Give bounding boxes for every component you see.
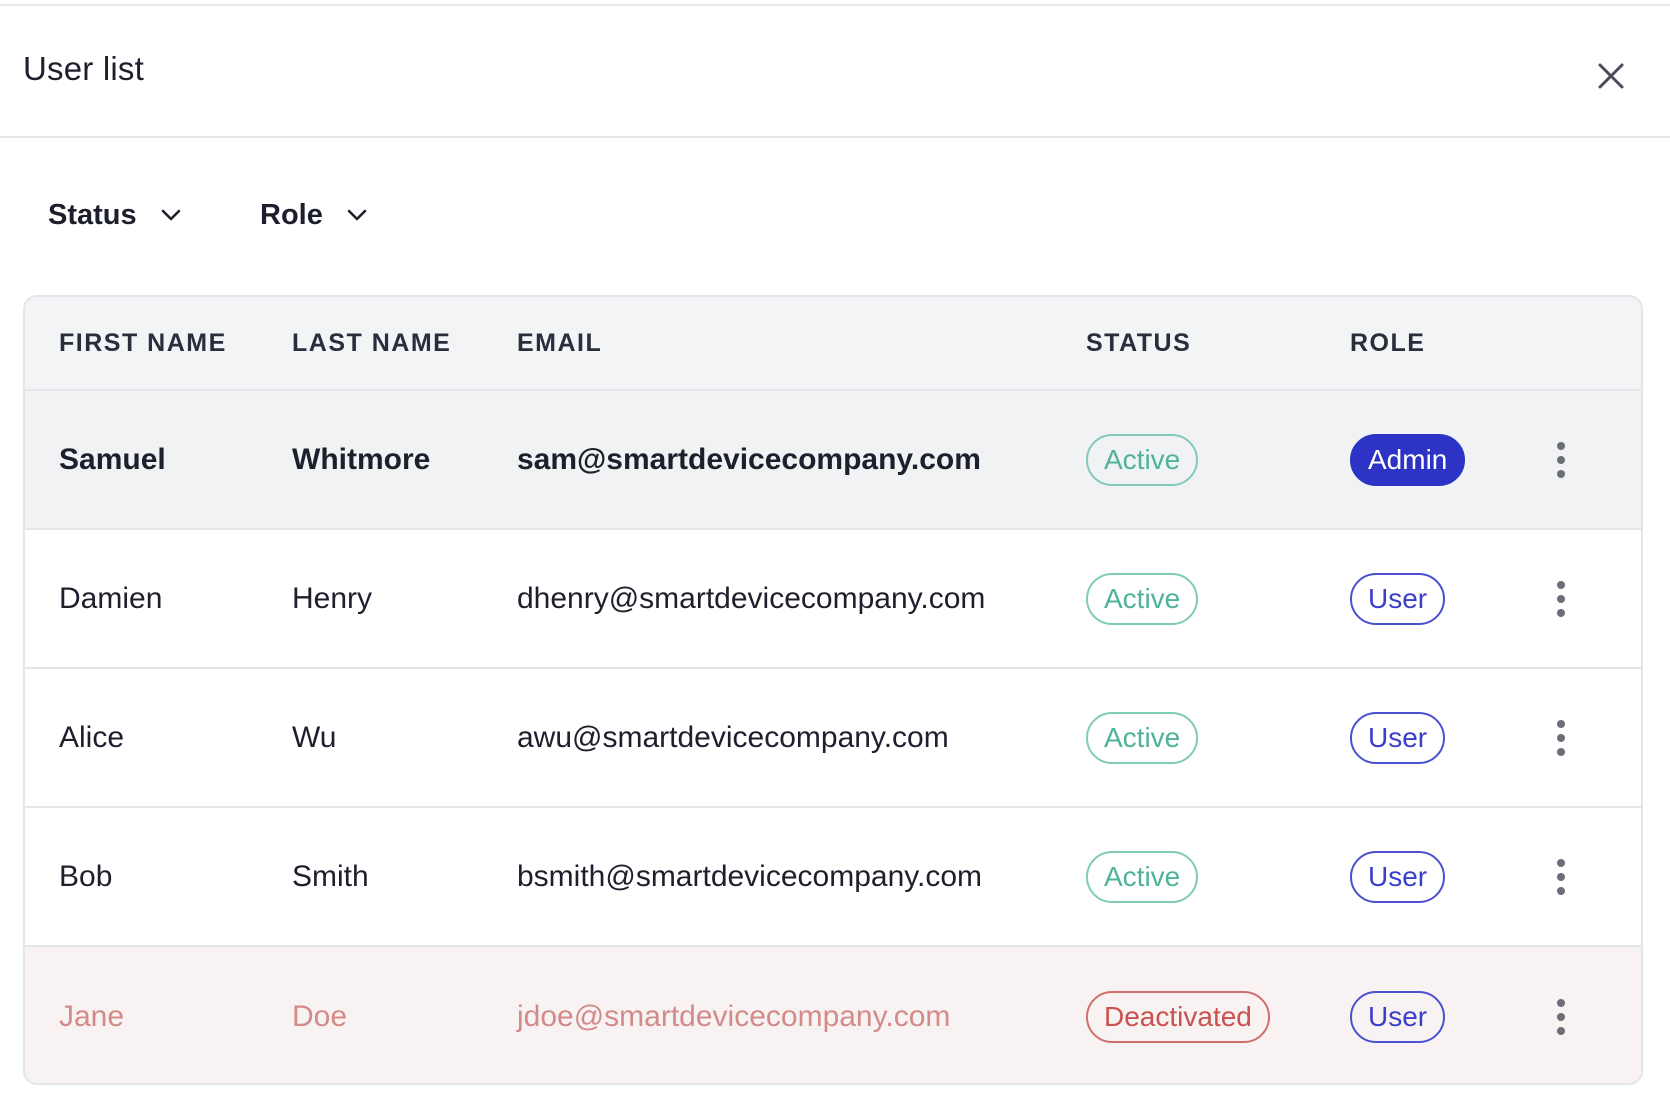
last-name-cell: Whitmore [292,442,431,476]
user-list-dialog: User list Status Role FIRST NAME LAST NA… [0,0,1670,1112]
last-name-cell: Wu [292,720,337,754]
column-header-first-name[interactable]: FIRST NAME [59,329,227,358]
status-badge: Active [1086,433,1199,486]
chevron-down-icon [345,203,369,227]
email-cell: awu@smartdevicecompany.com [517,720,949,754]
column-header-last-name[interactable]: LAST NAME [292,329,451,358]
table-row[interactable]: Alice Wu awu@smartdevicecompany.com Acti… [25,669,1641,808]
first-name-cell: Samuel [59,442,166,476]
email-cell: sam@smartdevicecompany.com [517,442,981,476]
first-name-cell: Alice [59,720,125,754]
status-filter-label: Status [48,198,137,231]
table-row[interactable]: Bob Smith bsmith@smartdevicecompany.com … [25,808,1641,947]
last-name-cell: Doe [292,999,348,1033]
role-badge: User [1350,572,1446,625]
close-button[interactable] [1591,56,1631,96]
role-badge: User [1350,850,1446,903]
dialog-header: User list [0,6,1670,138]
last-name-cell: Henry [292,581,373,615]
column-header-status[interactable]: STATUS [1086,329,1191,358]
role-badge: User [1350,990,1446,1043]
last-name-cell: Smith [292,859,369,893]
first-name-cell: Jane [59,999,125,1033]
table-header: FIRST NAME LAST NAME EMAIL STATUS ROLE [25,297,1641,391]
column-header-role[interactable]: ROLE [1350,329,1425,358]
dialog-title: User list [23,50,144,87]
role-filter-label: Role [260,198,323,231]
user-table: FIRST NAME LAST NAME EMAIL STATUS ROLE S… [23,295,1643,1085]
column-header-email[interactable]: EMAIL [517,329,602,358]
email-cell: jdoe@smartdevicecompany.com [517,999,951,1033]
table-row[interactable]: Damien Henry dhenry@smartdevicecompany.c… [25,530,1641,669]
status-badge: Active [1086,850,1199,903]
role-filter-dropdown[interactable]: Role [260,195,369,235]
more-vertical-icon[interactable] [1546,853,1576,901]
more-vertical-icon[interactable] [1546,714,1576,762]
role-badge: Admin [1350,433,1466,486]
email-cell: dhenry@smartdevicecompany.com [517,581,986,615]
filter-bar: Status Role [48,195,369,235]
role-badge: User [1350,711,1446,764]
email-cell: bsmith@smartdevicecompany.com [517,859,983,893]
status-badge: Active [1086,572,1199,625]
table-row[interactable]: Jane Doe jdoe@smartdevicecompany.com Dea… [25,947,1641,1083]
table-row[interactable]: Samuel Whitmore sam@smartdevicecompany.c… [25,391,1641,530]
status-badge: Active [1086,711,1199,764]
first-name-cell: Damien [59,581,163,615]
more-vertical-icon[interactable] [1546,436,1576,484]
chevron-down-icon [159,203,183,227]
status-badge: Deactivated [1086,990,1270,1043]
status-filter-dropdown[interactable]: Status [48,195,260,235]
close-icon [1598,63,1624,89]
more-vertical-icon[interactable] [1546,993,1576,1041]
first-name-cell: Bob [59,859,113,893]
more-vertical-icon[interactable] [1546,575,1576,623]
